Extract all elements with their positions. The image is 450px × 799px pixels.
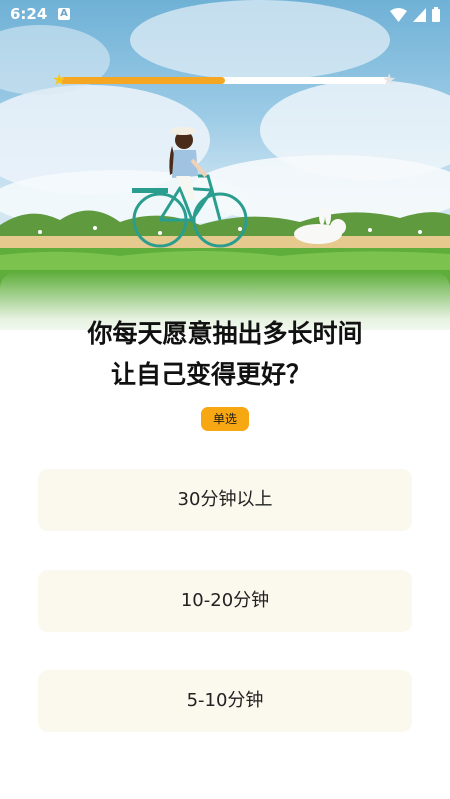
status-time: 6:24 [10, 5, 48, 23]
option-30-plus-minutes[interactable]: 30分钟以上 [38, 469, 412, 531]
cell-signal-icon [413, 7, 426, 22]
battery-icon [432, 7, 440, 22]
quiz-progress-bar [60, 77, 390, 84]
question-line-2: 让自己变得更好？ [110, 360, 311, 389]
option-10-20-minutes[interactable]: 10-20分钟 [38, 570, 412, 632]
notification-a-icon: A [58, 8, 70, 20]
progress-fill [60, 77, 225, 84]
wifi-icon [390, 7, 407, 22]
option-5-10-minutes[interactable]: 5-10分钟 [38, 670, 412, 732]
star-icon: ★ [52, 70, 67, 89]
single-choice-badge: 单选 [201, 407, 249, 431]
question-line-1: 你每天愿意抽出多长时间 [87, 319, 363, 348]
star-icon: ★ [382, 70, 397, 89]
status-bar: 6:24 A [0, 0, 450, 30]
status-icons [390, 7, 440, 22]
question-title: 你每天愿意抽出多长时间 让自己变得更好？ [0, 313, 450, 395]
